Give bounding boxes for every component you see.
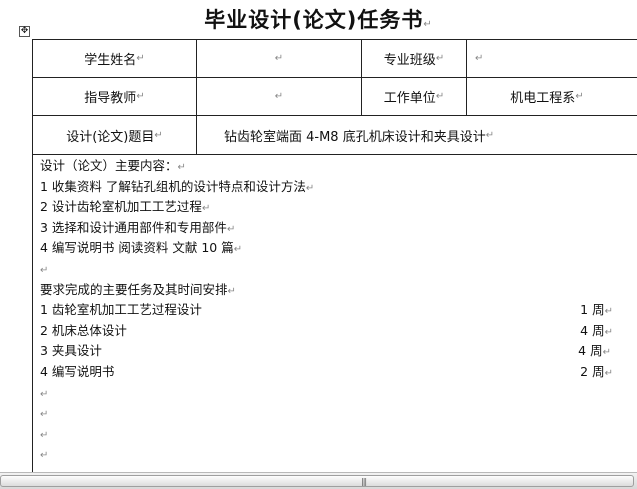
duration: 1 周 [580, 302, 605, 318]
paragraph-mark-icon: ↵ [136, 91, 145, 102]
empty-line: ↵ [40, 424, 613, 445]
horizontal-scrollbar[interactable]: ||| [0, 472, 637, 489]
class-value-cell[interactable]: ↵ [467, 40, 625, 77]
list-item: 2 设计齿轮室机加工工艺过程↵ [40, 199, 211, 215]
duration: 4 周 [580, 322, 605, 338]
paragraph-mark-icon: ↵ [575, 91, 584, 102]
paragraph-mark-icon: ↵ [136, 53, 145, 64]
student-name-value-cell[interactable]: ↵ [197, 40, 361, 77]
scrollbar-thumb[interactable]: ||| [0, 475, 634, 487]
student-name-label-cell: 学生姓名 ↵ [33, 40, 196, 77]
paragraph-mark-icon: ↵ [274, 91, 284, 102]
paragraph-mark-icon: ↵ [40, 409, 49, 421]
paragraph-mark-icon: ↵ [154, 129, 163, 141]
duration: 4 周 [578, 343, 603, 359]
paragraph-mark-icon: ↵ [226, 223, 236, 235]
paragraph-mark-icon: ↵ [435, 53, 445, 64]
empty-line: ↵ [40, 403, 613, 424]
paragraph-mark-icon: ↵ [305, 182, 315, 194]
class-label: 专业班级 [383, 53, 436, 68]
empty-line: ↵ [40, 383, 613, 404]
paragraph-mark-icon: ↵ [40, 264, 49, 276]
advisor-label: 指导教师 [84, 91, 137, 106]
paragraph-mark-icon: ↵ [423, 19, 433, 30]
paragraph-mark-icon: ↵ [233, 244, 243, 256]
advisor-value-cell[interactable]: ↵ [197, 78, 361, 115]
topic-value: 钻齿轮室端面 4-M8 底孔机床设计和夹具设计 [224, 129, 486, 145]
paragraph-mark-icon: ↵ [602, 347, 611, 359]
topic-value-cell[interactable]: 钻齿轮室端面 4-M8 底孔机床设计和夹具设计 ↵ [197, 116, 637, 154]
schedule-row: 2 机床总体设计 4 周↵ [40, 322, 613, 338]
list-item: 3 选择和设计通用部件和专用部件↵ [40, 219, 236, 235]
scrollbar-grip-icon: ||| [361, 477, 367, 486]
work-unit-label: 工作单位 [383, 91, 436, 106]
advisor-label-cell: 指导教师 ↵ [33, 78, 196, 115]
list-item: 1 收集资料 了解钻孔组机的设计特点和设计方法↵ [40, 178, 315, 194]
document-title: 毕业设计(论文)任务书↵ [0, 4, 637, 34]
schedule-row: 1 齿轮室机加工工艺过程设计 1 周↵ [40, 302, 613, 318]
paragraph-mark-icon: ↵ [604, 326, 613, 338]
paragraph-mark-icon: ↵ [40, 388, 49, 400]
paragraph-mark-icon: ↵ [177, 162, 186, 173]
work-unit-label-cell: 工作单位 ↵ [362, 78, 466, 115]
student-name-label: 学生姓名 [84, 53, 137, 68]
document-title-text: 毕业设计(论文)任务书 [204, 8, 424, 32]
class-label-cell: 专业班级 ↵ [362, 40, 466, 77]
document-page: ✥ 毕业设计(论文)任务书↵ 学生姓名↵ ↵ 专业班级↵ ↵ 指导教师↵ [0, 0, 637, 473]
schedule-heading: 要求完成的主要任务及其时间安排↵ [40, 281, 236, 297]
paragraph-mark-icon: ↵ [201, 203, 211, 215]
paragraph-mark-icon: ↵ [40, 429, 49, 441]
main-content-heading: 设计（论文）主要内容：↵ [40, 158, 186, 173]
topic-label: 设计(论文)题目 [66, 129, 155, 145]
empty-line: ↵ [40, 259, 613, 280]
empty-line: ↵ [40, 444, 613, 465]
table-row-divider [33, 154, 637, 155]
paragraph-mark-icon: ↵ [604, 367, 613, 379]
task-table: 学生姓名 ↵ ↵ 专业班级 ↵ ↵ 指导教师 ↵ ↵ 工作单位 ↵ 机电工程系 ↵ 设计(… [32, 39, 637, 473]
paragraph-mark-icon: ↵ [475, 53, 484, 64]
schedule-row: 3 夹具设计 4 周↵ [40, 343, 611, 359]
content-cell[interactable]: 设计（论文）主要内容：↵ 1 收集资料 了解钻孔组机的设计特点和设计方法↵ 2 … [40, 156, 613, 465]
topic-label-cell: 设计(论文)题目 ↵ [33, 116, 196, 154]
work-unit-value-cell[interactable]: 机电工程系 ↵ [467, 78, 627, 115]
paragraph-mark-icon: ↵ [604, 306, 613, 318]
work-unit-value: 机电工程系 [510, 91, 576, 106]
schedule-row: 4 编写说明书 2 周↵ [40, 363, 613, 379]
paragraph-mark-icon: ↵ [40, 450, 49, 462]
paragraph-mark-icon: ↵ [274, 53, 284, 64]
paragraph-mark-icon: ↵ [227, 285, 236, 297]
paragraph-mark-icon: ↵ [485, 129, 495, 141]
paragraph-mark-icon: ↵ [435, 91, 445, 102]
list-item: 4 编写说明书 阅读资料 文献 10 篇↵ [40, 240, 243, 256]
duration: 2 周 [580, 363, 605, 379]
